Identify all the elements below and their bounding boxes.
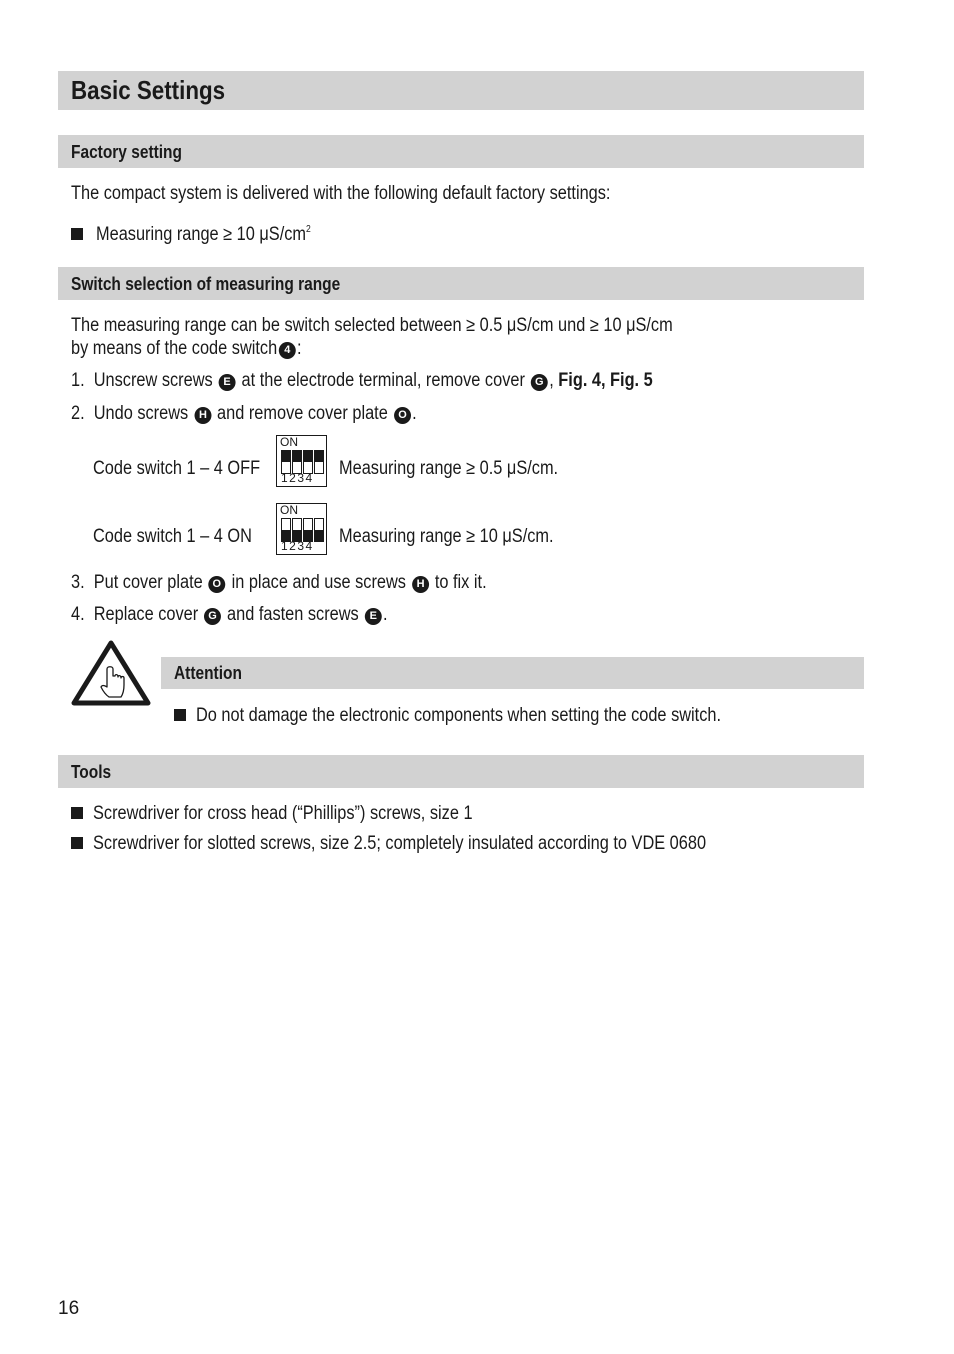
warning-hand-icon (71, 640, 151, 706)
dip-lever-4 (314, 518, 324, 542)
dip-lever-fill (293, 530, 301, 541)
dip-lever-fill (282, 451, 290, 462)
factory-bullet: Measuring range ≥ 10 μS/cm2 (71, 219, 346, 246)
marker-o-icon: O (208, 576, 226, 593)
dip-lever-fill (304, 451, 312, 462)
step-1: 1. Unscrew screws E at the electrode ter… (71, 370, 653, 391)
marker-e-icon: E (218, 374, 236, 391)
marker-4-icon: 4 (278, 342, 296, 359)
marker-g-icon: G (204, 608, 222, 625)
dip-switch-on-diagram: ON 1234 (276, 503, 327, 555)
dip-lever-fill (315, 530, 323, 541)
bullet-icon (174, 709, 186, 721)
step-4: 4. Replace cover G and fasten screws E. (71, 604, 388, 625)
dip-lever-fill (293, 451, 301, 462)
page-number: 16 (58, 1298, 80, 1319)
section-header-tools: Tools (58, 755, 864, 788)
dip-lever-fill (304, 530, 312, 541)
dip-lever-2 (292, 518, 302, 542)
code-off-result: Measuring range ≥ 0.5 μS/cm. (339, 458, 559, 479)
marker-o-icon: O (393, 407, 411, 424)
code-on-result: Measuring range ≥ 10 μS/cm. (339, 526, 554, 547)
tools-item: Screwdriver for slotted screws, size 2.5… (71, 833, 806, 855)
page-title: Basic Settings (71, 75, 226, 105)
marker-h-icon: H (194, 407, 212, 424)
section-title: Attention (174, 663, 242, 683)
switch-intro-line1: The measuring range can be switch select… (71, 315, 673, 336)
marker-g-icon: G (530, 374, 548, 391)
bullet-icon (71, 807, 83, 819)
section-header-attention: Attention (161, 657, 864, 689)
attention-bullet: Do not damage the electronic components … (174, 705, 806, 727)
section-title: Factory setting (71, 142, 182, 162)
bullet-icon (71, 837, 83, 849)
dip-lever-3 (303, 518, 313, 542)
tools-item: Screwdriver for cross head (“Phillips”) … (71, 803, 534, 825)
section-title: Tools (71, 762, 112, 782)
section-title: Switch selection of measuring range (71, 274, 341, 294)
section-header-factory: Factory setting (58, 135, 864, 168)
dip-lever-2 (292, 450, 302, 474)
switch-intro-line2: by means of the code switch 4: (71, 338, 302, 359)
figure-reference: Fig. 4, Fig. 5 (558, 370, 653, 391)
dip-lever-fill (315, 451, 323, 462)
page-title-bar: Basic Settings (58, 71, 864, 110)
marker-e-icon: E (364, 608, 382, 625)
step-3: 3. Put cover plate O in place and use sc… (71, 572, 487, 593)
dip-lever-3 (303, 450, 313, 474)
code-on-label: Code switch 1 – 4 ON (93, 526, 252, 547)
factory-intro: The compact system is delivered with the… (71, 183, 611, 204)
marker-h-icon: H (411, 576, 429, 593)
dip-lever-fill (282, 530, 290, 541)
dip-lever-1 (281, 450, 291, 474)
code-off-label: Code switch 1 – 4 OFF (93, 458, 261, 479)
bullet-icon (71, 228, 83, 240)
dip-lever-1 (281, 518, 291, 542)
dip-lever-4 (314, 450, 324, 474)
section-header-switch: Switch selection of measuring range (58, 267, 864, 300)
dip-switch-off-diagram: ON 1234 (276, 435, 327, 487)
step-2: 2. Undo screws H and remove cover plate … (71, 403, 417, 424)
